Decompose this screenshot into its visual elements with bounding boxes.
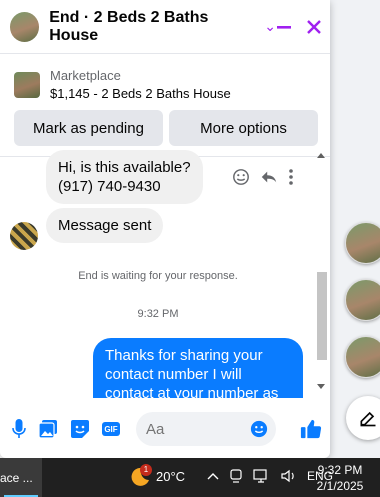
chevron-up-icon[interactable] (207, 472, 219, 480)
react-icon[interactable] (232, 168, 250, 186)
message-text: Message sent (58, 217, 152, 234)
incoming-message: Message sent (46, 208, 164, 243)
chat-head-avatar[interactable] (345, 222, 380, 264)
message-input-wrap[interactable] (136, 412, 276, 446)
chat-head-avatar[interactable] (345, 279, 380, 321)
outgoing-message: Thanks for sharing your contact number I… (93, 338, 303, 398)
chat-title[interactable]: End · 2 Beds 2 Baths House (49, 9, 256, 45)
mark-as-pending-button[interactable]: Mark as pending (14, 110, 163, 146)
weather-widget[interactable]: 1 20°C (128, 464, 186, 486)
incoming-message: Hi, is this available? (917) 740-9430 (46, 150, 203, 204)
temperature: 20°C (156, 468, 186, 484)
message-list: Hi, is this available? (917) 740-9430 Me… (0, 150, 330, 398)
chevron-down-icon[interactable]: ⌄ (264, 18, 276, 35)
reply-icon[interactable] (260, 168, 278, 186)
weather-badge: 1 (140, 464, 152, 476)
chat-header: End · 2 Beds 2 Baths House ⌄ (0, 0, 330, 54)
waiting-note: End is waiting for your response. (78, 270, 238, 282)
device-icon[interactable] (229, 469, 243, 483)
clock-date: 2/1/2025 (316, 479, 364, 493)
chat-window: End · 2 Beds 2 Baths House ⌄ Marketplace… (0, 0, 330, 458)
close-icon[interactable] (306, 19, 322, 35)
volume-icon[interactable] (281, 469, 297, 483)
listing-thumbnail (14, 72, 40, 98)
message-text: Hi, is this available? (58, 159, 191, 176)
network-icon[interactable] (253, 469, 271, 483)
thumbs-up-icon[interactable] (300, 418, 322, 440)
taskbar: ace ... 1 20°C ENG 9:32 PM 2/1/2025 (0, 458, 380, 497)
taskbar-app-label: ace ... (0, 470, 33, 485)
scroll-thumb[interactable] (317, 272, 327, 360)
emoji-icon[interactable] (250, 420, 268, 438)
message-timestamp: 9:32 PM (137, 308, 179, 320)
composer: GIF (0, 400, 330, 458)
more-options-button[interactable]: More options (169, 110, 318, 146)
message-input[interactable] (144, 419, 248, 439)
gif-icon[interactable]: GIF (102, 422, 120, 436)
listing-summary[interactable]: Marketplace $1,145 - 2 Beds 2 Baths Hous… (0, 54, 330, 101)
taskbar-app[interactable]: ace ... (0, 458, 42, 497)
scroll-down-icon[interactable] (317, 384, 325, 390)
clock-time: 9:32 PM (317, 463, 363, 477)
listing-source: Marketplace (50, 68, 121, 83)
compose-icon (360, 411, 376, 427)
sticker-icon[interactable] (70, 419, 90, 439)
message-scrollbar[interactable] (314, 150, 327, 396)
listing-title: $1,145 - 2 Beds 2 Baths House (50, 86, 231, 101)
chat-avatar[interactable] (10, 11, 40, 42)
minimize-icon[interactable] (276, 19, 292, 35)
chat-head-avatar[interactable] (345, 336, 380, 378)
clock[interactable]: 9:32 PM 2/1/2025 (312, 462, 368, 494)
message-text: (917) 740-9430 (58, 178, 161, 195)
sender-avatar[interactable] (10, 222, 38, 250)
microphone-icon[interactable] (12, 419, 26, 439)
more-icon[interactable] (288, 168, 294, 186)
photo-icon[interactable] (38, 419, 58, 439)
scroll-up-icon[interactable] (317, 152, 325, 158)
message-text: Thanks for sharing your contact number I… (105, 347, 279, 398)
